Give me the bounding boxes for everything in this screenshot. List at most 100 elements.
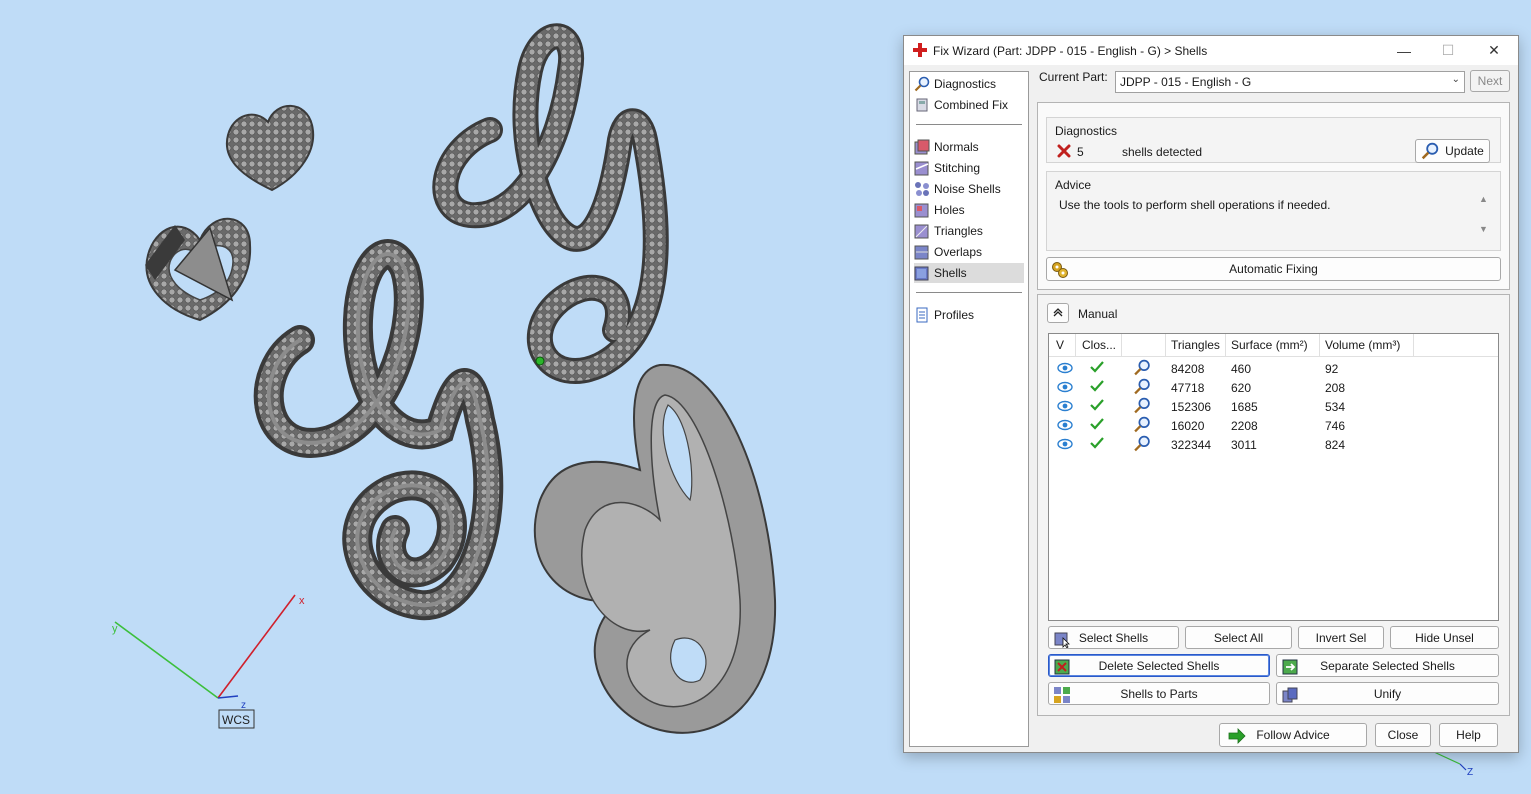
overlaps-icon <box>914 245 929 260</box>
svg-text:Z: Z <box>1467 767 1473 778</box>
svg-text:z: z <box>241 700 246 711</box>
heart-pendant-small[interactable] <box>225 104 315 192</box>
unify-button[interactable]: Unify <box>1276 682 1499 705</box>
scroll-up-icon[interactable]: ▲ <box>1479 194 1488 204</box>
cell-triangles: 47718 <box>1171 381 1205 395</box>
check-icon <box>1090 418 1104 430</box>
check-icon <box>1090 361 1104 373</box>
column-triangles[interactable]: Triangles <box>1171 338 1220 352</box>
minimize-button[interactable]: — <box>1382 36 1426 65</box>
select-shells-icon <box>1054 632 1070 648</box>
current-part-select[interactable]: JDPP - 015 - English - G ⌄ <box>1115 71 1465 93</box>
nav-item-normals[interactable]: Normals <box>914 137 1024 157</box>
nav-item-stitching[interactable]: Stitching <box>914 158 1024 178</box>
check-icon <box>1090 380 1104 392</box>
nav-item-diagnostics[interactable]: Diagnostics <box>914 74 1024 94</box>
manual-heading: Manual <box>1078 307 1118 321</box>
letter-g-beaded-top[interactable] <box>432 23 669 384</box>
eye-icon[interactable] <box>1057 419 1073 431</box>
advice-heading: Advice <box>1055 178 1092 192</box>
delete-shells-icon <box>1054 659 1070 675</box>
select-shells-button[interactable]: Select Shells <box>1048 626 1179 649</box>
maximize-button[interactable]: ☐ <box>1426 36 1470 65</box>
table-row[interactable]: 152306 1685 534 <box>1049 397 1498 416</box>
axis-triad: x y z WCS <box>112 594 305 729</box>
scroll-down-icon[interactable]: ▼ <box>1479 224 1488 234</box>
nav-item-overlaps[interactable]: Overlaps <box>914 242 1024 262</box>
cell-volume: 92 <box>1325 362 1339 376</box>
nav-item-shells[interactable]: Shells <box>914 263 1024 283</box>
help-button[interactable]: Help <box>1439 723 1498 747</box>
check-icon <box>1090 399 1104 411</box>
zoom-to-shell-icon[interactable] <box>1133 435 1151 452</box>
triangles-icon <box>914 224 929 239</box>
nav-item-noise-shells[interactable]: Noise Shells <box>914 179 1024 199</box>
cell-volume: 746 <box>1325 419 1346 433</box>
cell-triangles: 152306 <box>1171 400 1212 414</box>
column-divider <box>1413 334 1414 356</box>
delete-selected-shells-button[interactable]: Delete Selected Shells <box>1048 654 1270 677</box>
separate-shells-icon <box>1282 659 1298 675</box>
table-row[interactable]: 322344 3011 824 <box>1049 435 1498 454</box>
stitching-icon <box>914 161 929 176</box>
gears-icon <box>1052 262 1068 278</box>
letter-g-beaded-middle[interactable] <box>253 239 504 621</box>
column-visible[interactable]: V <box>1056 338 1064 352</box>
eye-icon[interactable] <box>1057 438 1073 450</box>
cell-volume: 208 <box>1325 381 1346 395</box>
cell-triangles: 16020 <box>1171 419 1205 433</box>
title-bar[interactable]: Fix Wizard (Part: JDPP - 015 - English -… <box>904 36 1518 65</box>
shells-table[interactable]: V Clos... Triangles Surface (mm²) Volume… <box>1048 333 1499 621</box>
separate-selected-shells-button[interactable]: Separate Selected Shells <box>1276 654 1499 677</box>
diagnostics-panel: Diagnostics 5 shells detected Update Adv… <box>1037 102 1510 290</box>
nav-item-combined-fix[interactable]: Combined Fix <box>914 95 1024 115</box>
wizard-nav: Diagnostics Combined Fix Normals Stitchi… <box>909 71 1029 747</box>
nav-item-triangles[interactable]: Triangles <box>914 221 1024 241</box>
nav-item-holes[interactable]: Holes <box>914 200 1024 220</box>
noise-shells-icon <box>915 182 929 196</box>
zoom-to-shell-icon[interactable] <box>1133 378 1151 395</box>
fix-wizard-dialog: Fix Wizard (Part: JDPP - 015 - English -… <box>903 35 1519 753</box>
letter-g-solid[interactable] <box>533 363 777 734</box>
cell-surface: 620 <box>1231 381 1252 395</box>
column-surface[interactable]: Surface (mm²) <box>1231 338 1308 352</box>
collapse-button[interactable] <box>1047 303 1069 323</box>
table-row[interactable]: 47718 620 208 <box>1049 378 1498 397</box>
shells-to-parts-button[interactable]: Shells to Parts <box>1048 682 1270 705</box>
column-closed[interactable]: Clos... <box>1082 338 1116 352</box>
zoom-to-shell-icon[interactable] <box>1133 397 1151 414</box>
red-cross-icon <box>913 43 927 57</box>
update-button[interactable]: Update <box>1415 139 1490 163</box>
eye-icon[interactable] <box>1057 400 1073 412</box>
automatic-fixing-button[interactable]: Automatic Fixing <box>1046 257 1501 281</box>
table-row[interactable]: 84208 460 92 <box>1049 359 1498 378</box>
magnifier-icon <box>1421 142 1439 160</box>
heart-pendant-with-bail[interactable] <box>145 217 252 322</box>
advice-text: Use the tools to perform shell operation… <box>1059 198 1331 212</box>
follow-advice-button[interactable]: Follow Advice <box>1219 723 1367 747</box>
cell-triangles: 322344 <box>1171 438 1212 452</box>
zoom-to-shell-icon[interactable] <box>1133 359 1151 376</box>
svg-text:y: y <box>112 623 118 635</box>
close-button[interactable]: Close <box>1375 723 1431 747</box>
check-icon <box>1090 437 1104 449</box>
nav-item-profiles[interactable]: Profiles <box>914 305 1024 325</box>
table-row[interactable]: 16020 2208 746 <box>1049 416 1498 435</box>
eye-icon[interactable] <box>1057 381 1073 393</box>
zoom-to-shell-icon[interactable] <box>1133 416 1151 433</box>
diagnostics-group: Diagnostics 5 shells detected Update <box>1046 117 1501 163</box>
next-button[interactable]: Next <box>1470 70 1510 92</box>
close-window-button[interactable]: ✕ <box>1472 36 1516 65</box>
magnifier-icon <box>914 76 930 92</box>
advice-group: Advice Use the tools to perform shell op… <box>1046 171 1501 251</box>
column-volume[interactable]: Volume (mm³) <box>1325 338 1400 352</box>
window-title: Fix Wizard (Part: JDPP - 015 - English -… <box>933 44 1208 58</box>
table-header: V Clos... Triangles Surface (mm²) Volume… <box>1049 334 1498 357</box>
column-divider <box>1319 334 1320 356</box>
invert-sel-button[interactable]: Invert Sel <box>1298 626 1384 649</box>
select-all-button[interactable]: Select All <box>1185 626 1292 649</box>
diagnostics-heading: Diagnostics <box>1055 124 1118 138</box>
hide-unsel-button[interactable]: Hide Unsel <box>1390 626 1499 649</box>
cell-volume: 824 <box>1325 438 1346 452</box>
eye-icon[interactable] <box>1057 362 1073 374</box>
